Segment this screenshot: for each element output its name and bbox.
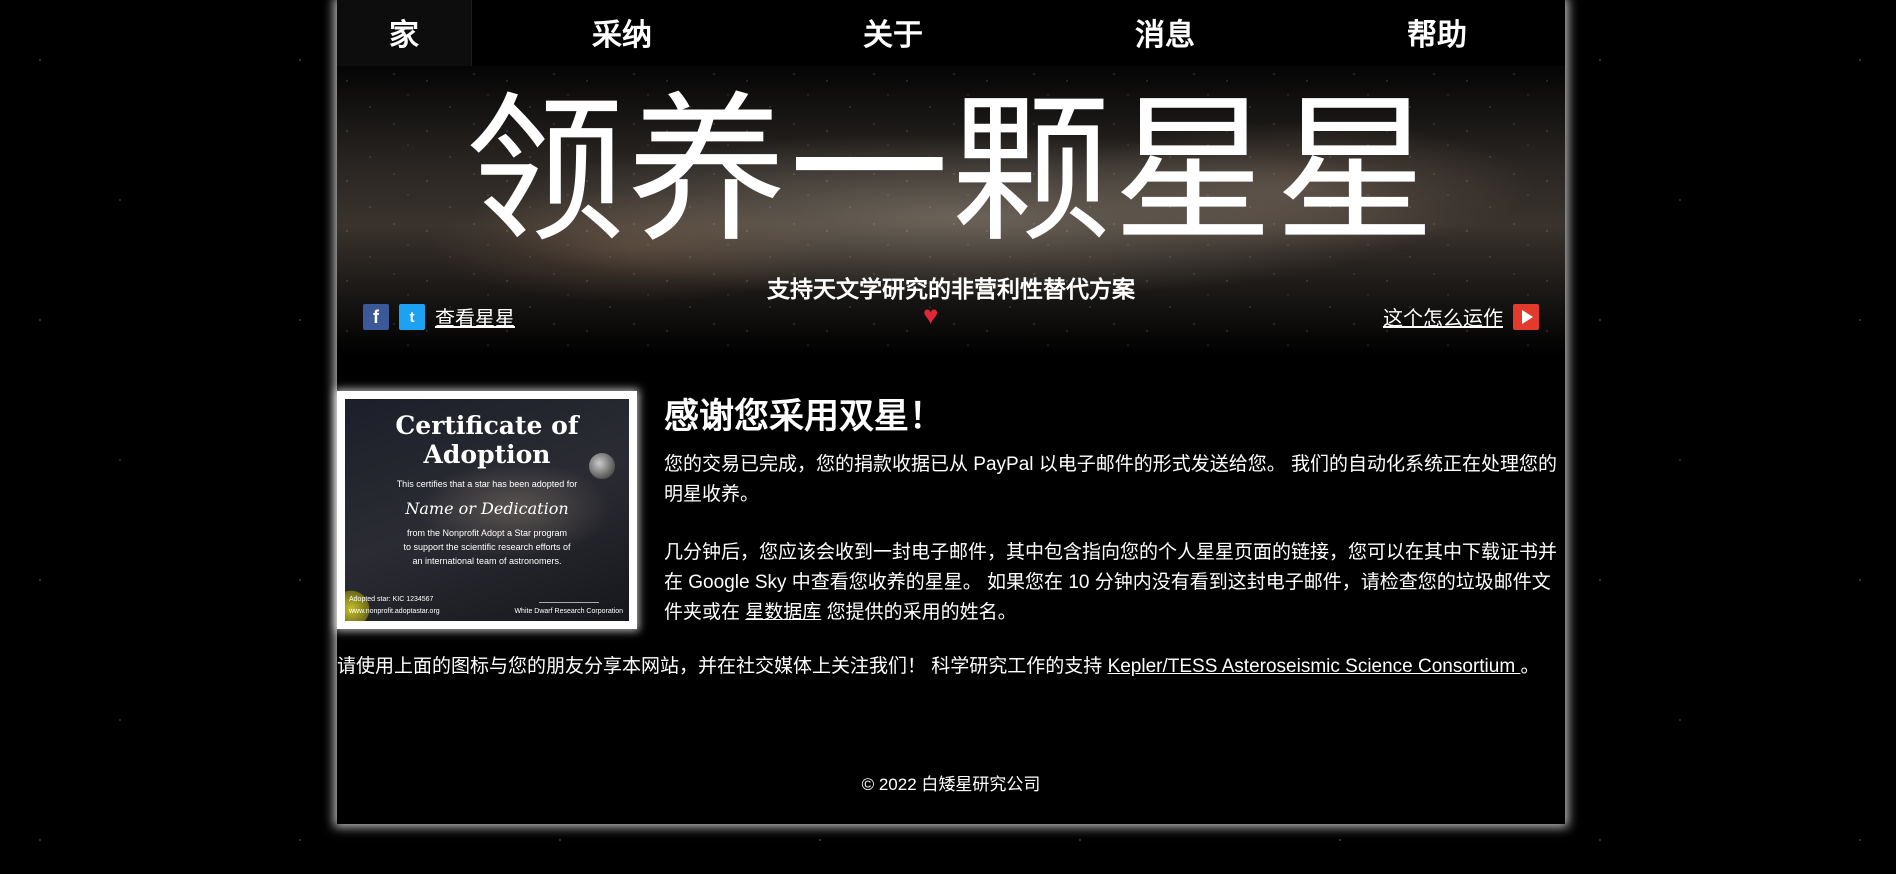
certificate-url: www.nonprofit.adoptastar.org (349, 608, 440, 615)
email-paragraph: 几分钟后，您应该会收到一封电子邮件，其中包含指向您的个人星星页面的链接，您可以在… (664, 538, 1564, 628)
footer-copyright: © 2022 白矮星研究公司 (861, 775, 1041, 794)
consortium-link[interactable]: Kepler/TESS Asteroseismic Science Consor… (1108, 656, 1521, 677)
nav-help[interactable]: 帮助 (1377, 0, 1497, 66)
certificate-line: an international team of astronomers. (412, 556, 562, 566)
how-it-works-link[interactable]: 这个怎么运作 (1383, 302, 1503, 331)
moon-icon (589, 453, 615, 479)
nav-news[interactable]: 消息 (1105, 0, 1225, 66)
site-subtitle: 支持天文学研究的非营利性替代方案 (767, 276, 1135, 302)
top-nav: 家 采纳 关于 消息 帮助 (337, 0, 1565, 67)
play-icon[interactable] (1513, 303, 1539, 330)
page-container: 家 采纳 关于 消息 帮助 领养一颗星星 支持天文学研究的非营利性替代方案 f … (337, 0, 1565, 824)
share-paragraph: 请使用上面的图标与您的朋友分享本网站，并在社交媒体上关注我们！ 科学研究工作的支… (337, 652, 1565, 682)
certificate-title: Certificate of Adoption (395, 411, 579, 469)
site-title: 领养一颗星星 (464, 77, 1437, 264)
certificate-name: Name or Dedication (405, 499, 569, 518)
nav-home[interactable]: 家 (337, 0, 472, 67)
certificate-line: from the Nonprofit Adopt a Star program (406, 528, 568, 538)
share-tail: 。 (1520, 656, 1540, 677)
nav-about[interactable]: 关于 (833, 0, 953, 66)
twitter-icon[interactable]: t (399, 303, 425, 330)
view-stars-link[interactable]: 查看星星 (435, 302, 515, 331)
certificate-company: White Dwarf Research Corporation (514, 608, 623, 615)
certificate-star-id: Adopted star: KIC 1234567 (349, 596, 434, 603)
share-text: 请使用上面的图标与您的朋友分享本网站，并在社交媒体上关注我们！ 科学研究工作的支… (337, 656, 1108, 677)
certificate-line: This certifies that a star has been adop… (396, 479, 578, 489)
hero-banner: 领养一颗星星 支持天文学研究的非营利性替代方案 f t 查看星星 ♥ 这个怎么运… (337, 66, 1565, 356)
certificate-line: to support the scientific research effor… (403, 542, 571, 552)
heart-icon[interactable]: ♥ (923, 300, 938, 331)
confirmation-paragraph: 您的交易已完成，您的捐款收据已从 PayPal 以电子邮件的形式发送给您。 我们… (664, 454, 1558, 505)
nav-adopt[interactable]: 采纳 (562, 0, 682, 66)
how-it-works: 这个怎么运作 (1383, 302, 1539, 331)
star-database-link[interactable]: 星数据库 (745, 602, 821, 623)
certificate-inner: Certificate of Adoption This certifies t… (345, 399, 629, 621)
social-links: f t 查看星星 (363, 302, 515, 331)
facebook-icon[interactable]: f (363, 303, 389, 330)
certificate-image: Certificate of Adoption This certifies t… (337, 391, 637, 629)
signature-icon (539, 582, 599, 603)
email-paragraph-tail: 您提供的采用的姓名。 (821, 602, 1017, 623)
page-heading: 感谢您采用双星！ (664, 397, 945, 436)
